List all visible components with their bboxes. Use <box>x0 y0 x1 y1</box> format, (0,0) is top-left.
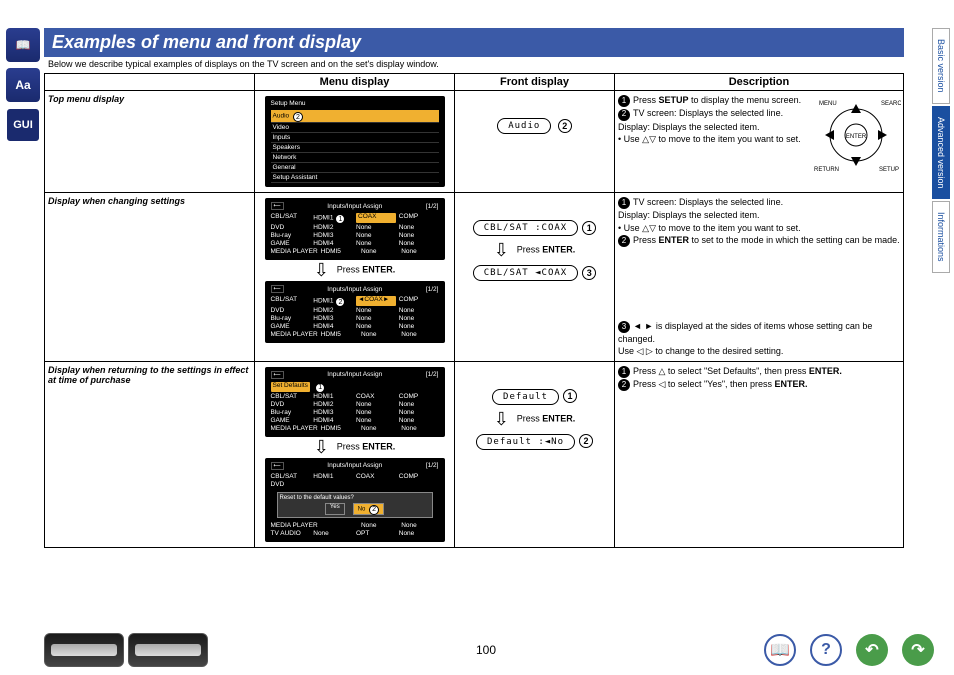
svg-text:SEARCH: SEARCH <box>881 101 901 107</box>
main-content: Examples of menu and front display Below… <box>44 28 904 548</box>
row-changing-label: Display when changing settings <box>45 193 255 362</box>
device-rear-icon[interactable] <box>128 633 208 667</box>
down-arrow-icon: ⇩ <box>494 412 509 426</box>
down-arrow-icon: ⇩ <box>314 263 329 277</box>
tv-setup-menu: Setup Menu Audio 2 Video Inputs Speakers… <box>265 96 445 187</box>
row-defaults-label: Display when returning to the settings i… <box>45 361 255 547</box>
contents-button-icon[interactable]: 📖 <box>764 634 796 666</box>
lcd-default: Default <box>492 389 559 405</box>
ref-2: 2 <box>558 119 572 133</box>
intro-text: Below we describe typical examples of di… <box>44 57 904 73</box>
tab-informations[interactable]: Informations <box>932 201 950 273</box>
history-forward-icon[interactable]: ↷ <box>902 634 934 666</box>
lcd-cblsat-coax-edit: CBL/SAT ◄COAX <box>473 265 578 281</box>
svg-text:MENU: MENU <box>819 101 837 107</box>
examples-table: Menu display Front display Description T… <box>44 73 904 548</box>
tab-basic[interactable]: Basic version <box>932 28 950 104</box>
lcd-cblsat-coax: CBL/SAT :COAX <box>473 220 578 236</box>
tv-set-defaults-2: ⟵Inputs/Input Assign[1/2] CBL/SATHDMI1CO… <box>265 458 445 542</box>
glossary-icon[interactable]: Aa <box>6 68 40 102</box>
lcd-audio: Audio <box>497 118 551 134</box>
col-menu-display: Menu display <box>255 74 455 91</box>
page-title: Examples of menu and front display <box>44 28 904 57</box>
gui-icon[interactable]: GUI <box>6 108 40 142</box>
tv-input-assign-2: ⟵Inputs/Input Assign[1/2] CBL/SATHDMI12◄… <box>265 281 445 343</box>
tv-set-defaults-1: ⟵Inputs/Input Assign[1/2] Set Defaults1 … <box>265 367 445 437</box>
contents-icon[interactable]: 📖 <box>6 28 40 62</box>
page-number: 100 <box>476 643 496 657</box>
tab-advanced[interactable]: Advanced version <box>932 106 950 200</box>
help-button-icon[interactable]: ? <box>810 634 842 666</box>
remote-dpad-icon: ENTER MENU SEARCH RETURN SETUP <box>811 95 901 175</box>
left-icon-strip: 📖 Aa GUI <box>6 28 40 142</box>
history-back-icon[interactable]: ↶ <box>856 634 888 666</box>
right-tabs: Basic version Advanced version Informati… <box>932 28 950 273</box>
col-front-display: Front display <box>455 74 615 91</box>
col-description: Description <box>615 74 904 91</box>
svg-text:RETURN: RETURN <box>814 167 839 173</box>
row-top-label: Top menu display <box>45 91 255 193</box>
svg-text:SETUP: SETUP <box>879 167 899 173</box>
down-arrow-icon: ⇩ <box>314 440 329 454</box>
tv-input-assign-1: ⟵Inputs/Input Assign[1/2] CBL/SATHDMI11C… <box>265 198 445 260</box>
svg-text:ENTER: ENTER <box>846 134 867 140</box>
down-arrow-icon: ⇩ <box>494 243 509 257</box>
footer: 100 📖 ? ↶ ↷ <box>44 633 934 667</box>
device-front-icon[interactable] <box>44 633 124 667</box>
lcd-default-no: Default :◄No <box>476 434 575 450</box>
